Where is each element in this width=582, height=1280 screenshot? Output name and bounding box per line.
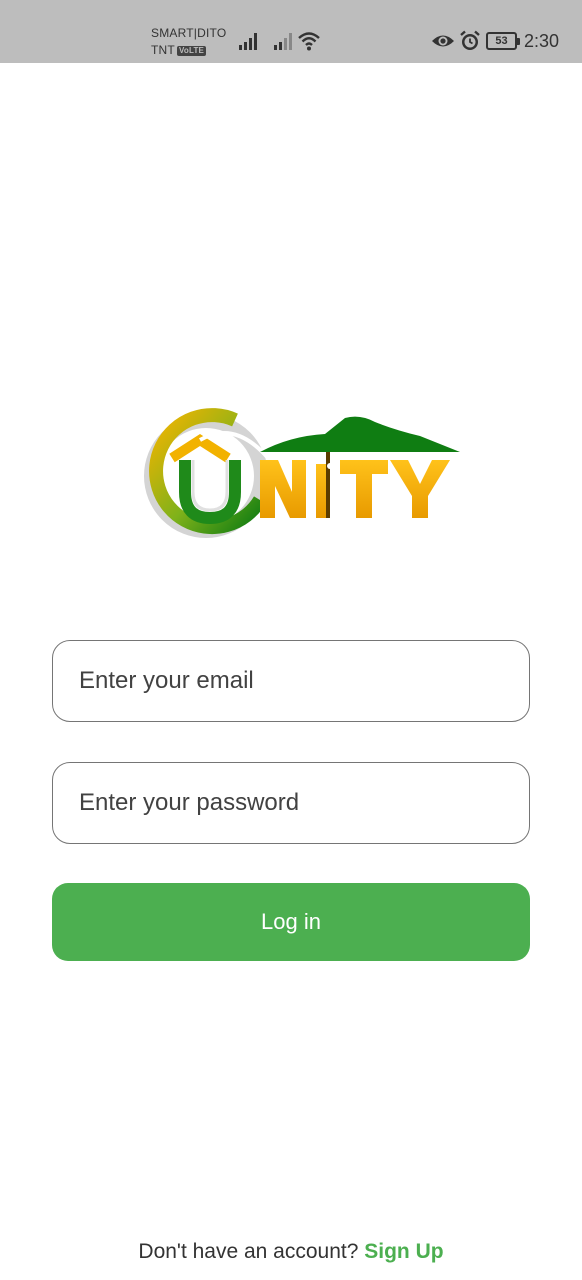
signal-icon (239, 33, 257, 50)
battery-icon: 53 (486, 32, 520, 50)
volte-badge: VoLTE (176, 46, 207, 56)
carrier-info: SMART|DITO TNT VoLTE (151, 25, 226, 59)
signal-icon (274, 33, 292, 50)
alarm-icon (460, 30, 480, 50)
password-field[interactable] (52, 762, 530, 844)
login-button[interactable]: Log in (52, 883, 530, 961)
signup-prompt: Don't have an account? (138, 1240, 359, 1263)
battery-level: 53 (495, 35, 508, 47)
carrier-line-1: SMART|DITO (151, 26, 227, 40)
unity-logo (144, 408, 460, 538)
status-bar: SMART|DITO TNT VoLTE 53 2:30 (0, 0, 582, 63)
carrier-name: TNT (151, 43, 175, 57)
wifi-icon (298, 32, 320, 51)
eye-icon (432, 35, 454, 47)
signup-link[interactable]: Sign Up (364, 1240, 443, 1263)
password-input[interactable] (53, 763, 529, 843)
carrier-line-2: TNT VoLTE (151, 42, 226, 59)
email-input[interactable] (53, 641, 529, 721)
signup-row: Don't have an account? Sign Up (0, 1240, 582, 1264)
email-field[interactable] (52, 640, 530, 722)
status-time: 2:30 (524, 31, 560, 51)
